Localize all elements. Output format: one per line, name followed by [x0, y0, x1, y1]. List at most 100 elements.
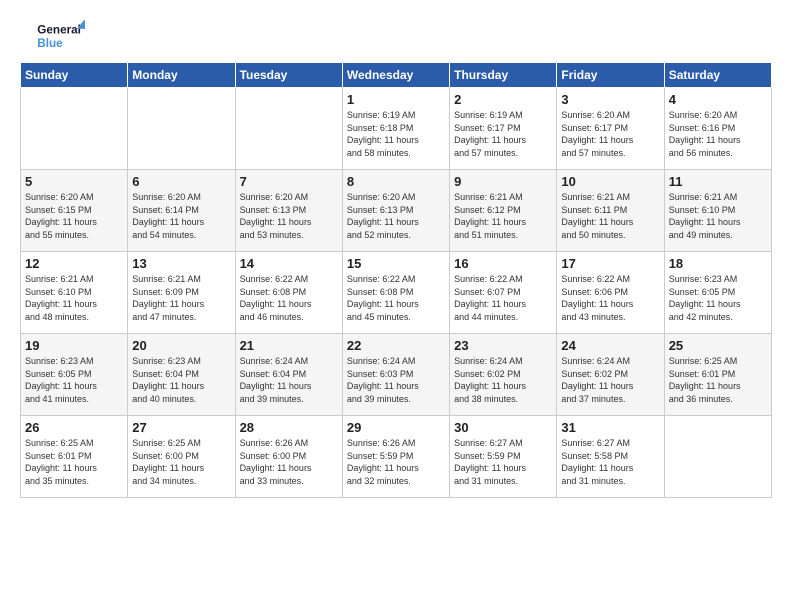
- calendar-cell: 10Sunrise: 6:21 AM Sunset: 6:11 PM Dayli…: [557, 170, 664, 252]
- calendar-cell: 1 Sunrise: 6:19 AM Sunset: 6:18 PM Daylig…: [342, 88, 449, 170]
- calendar-cell: 31 Sunrise: 6:27 AM Sunset: 5:58 PM Dayli…: [557, 416, 664, 498]
- day-info: Sunrise: 6:21 AM Sunset: 6:12 PM Dayligh…: [454, 191, 552, 241]
- svg-text:General: General: [37, 23, 81, 36]
- day-number: 22: [347, 338, 445, 353]
- day-info: Sunrise: 6:25 AM Sunset: 6:01 PM Dayligh…: [669, 355, 767, 405]
- weekday-header-thursday: Thursday: [450, 63, 557, 88]
- calendar-cell: 29 Sunrise: 6:26 AM Sunset: 5:59 PM Dayli…: [342, 416, 449, 498]
- day-number: 2: [454, 92, 552, 107]
- day-number: 18: [669, 256, 767, 271]
- day-info: Sunrise: 6:24 AM Sunset: 6:02 PM Dayligh…: [561, 355, 659, 405]
- day-number: 29: [347, 420, 445, 435]
- day-info: Sunrise: 6:24 AM Sunset: 6:03 PM Dayligh…: [347, 355, 445, 405]
- day-number: 8: [347, 174, 445, 189]
- day-number: 16: [454, 256, 552, 271]
- weekday-header-friday: Friday: [557, 63, 664, 88]
- day-number: 26: [25, 420, 123, 435]
- day-number: 17: [561, 256, 659, 271]
- day-number: 11: [669, 174, 767, 189]
- calendar-week-row: 19Sunrise: 6:23 AM Sunset: 6:05 PM Dayli…: [21, 334, 772, 416]
- day-info: Sunrise: 6:22 AM Sunset: 6:08 PM Dayligh…: [240, 273, 338, 323]
- day-number: 27: [132, 420, 230, 435]
- day-info: Sunrise: 6:26 AM Sunset: 5:59 PM Dayligh…: [347, 437, 445, 487]
- calendar-week-row: 5Sunrise: 6:20 AM Sunset: 6:15 PM Daylig…: [21, 170, 772, 252]
- day-number: 7: [240, 174, 338, 189]
- day-number: 24: [561, 338, 659, 353]
- calendar-cell: 11Sunrise: 6:21 AM Sunset: 6:10 PM Dayli…: [664, 170, 771, 252]
- day-info: Sunrise: 6:26 AM Sunset: 6:00 PM Dayligh…: [240, 437, 338, 487]
- weekday-header-saturday: Saturday: [664, 63, 771, 88]
- day-number: 9: [454, 174, 552, 189]
- logo-icon: General Blue: [20, 18, 85, 56]
- day-info: Sunrise: 6:21 AM Sunset: 6:09 PM Dayligh…: [132, 273, 230, 323]
- day-number: 14: [240, 256, 338, 271]
- weekday-header-monday: Monday: [128, 63, 235, 88]
- day-info: Sunrise: 6:27 AM Sunset: 5:59 PM Dayligh…: [454, 437, 552, 487]
- calendar-cell: 22 Sunrise: 6:24 AM Sunset: 6:03 PM Dayli…: [342, 334, 449, 416]
- calendar-cell: 15Sunrise: 6:22 AM Sunset: 6:08 PM Dayli…: [342, 252, 449, 334]
- day-number: 15: [347, 256, 445, 271]
- calendar-table: SundayMondayTuesdayWednesdayThursdayFrid…: [20, 62, 772, 498]
- day-number: 25: [669, 338, 767, 353]
- day-info: Sunrise: 6:20 AM Sunset: 6:17 PM Dayligh…: [561, 109, 659, 159]
- day-number: 21: [240, 338, 338, 353]
- calendar-cell: 18 Sunrise: 6:23 AM Sunset: 6:05 PM Dayli…: [664, 252, 771, 334]
- day-info: Sunrise: 6:23 AM Sunset: 6:05 PM Dayligh…: [669, 273, 767, 323]
- day-info: Sunrise: 6:22 AM Sunset: 6:06 PM Dayligh…: [561, 273, 659, 323]
- calendar-cell: 23 Sunrise: 6:24 AM Sunset: 6:02 PM Dayli…: [450, 334, 557, 416]
- day-number: 4: [669, 92, 767, 107]
- calendar-cell: 28 Sunrise: 6:26 AM Sunset: 6:00 PM Dayli…: [235, 416, 342, 498]
- calendar-cell: 21Sunrise: 6:24 AM Sunset: 6:04 PM Dayli…: [235, 334, 342, 416]
- calendar-cell: 7 Sunrise: 6:20 AM Sunset: 6:13 PM Daylig…: [235, 170, 342, 252]
- calendar-cell: 14 Sunrise: 6:22 AM Sunset: 6:08 PM Dayli…: [235, 252, 342, 334]
- day-number: 1: [347, 92, 445, 107]
- day-number: 20: [132, 338, 230, 353]
- day-number: 28: [240, 420, 338, 435]
- calendar-cell: 24 Sunrise: 6:24 AM Sunset: 6:02 PM Dayli…: [557, 334, 664, 416]
- calendar-cell: 13Sunrise: 6:21 AM Sunset: 6:09 PM Dayli…: [128, 252, 235, 334]
- calendar-cell: 25 Sunrise: 6:25 AM Sunset: 6:01 PM Dayli…: [664, 334, 771, 416]
- calendar-cell: 26Sunrise: 6:25 AM Sunset: 6:01 PM Dayli…: [21, 416, 128, 498]
- svg-text:Blue: Blue: [37, 37, 63, 50]
- calendar-cell: 9 Sunrise: 6:21 AM Sunset: 6:12 PM Daylig…: [450, 170, 557, 252]
- calendar-cell: 12Sunrise: 6:21 AM Sunset: 6:10 PM Dayli…: [21, 252, 128, 334]
- calendar-cell: [21, 88, 128, 170]
- weekday-header-tuesday: Tuesday: [235, 63, 342, 88]
- day-info: Sunrise: 6:24 AM Sunset: 6:02 PM Dayligh…: [454, 355, 552, 405]
- day-number: 23: [454, 338, 552, 353]
- day-info: Sunrise: 6:20 AM Sunset: 6:13 PM Dayligh…: [240, 191, 338, 241]
- calendar-cell: 8Sunrise: 6:20 AM Sunset: 6:13 PM Daylig…: [342, 170, 449, 252]
- calendar-cell: 20 Sunrise: 6:23 AM Sunset: 6:04 PM Dayli…: [128, 334, 235, 416]
- calendar-week-row: 26Sunrise: 6:25 AM Sunset: 6:01 PM Dayli…: [21, 416, 772, 498]
- day-number: 30: [454, 420, 552, 435]
- day-info: Sunrise: 6:20 AM Sunset: 6:14 PM Dayligh…: [132, 191, 230, 241]
- day-info: Sunrise: 6:20 AM Sunset: 6:16 PM Dayligh…: [669, 109, 767, 159]
- day-number: 3: [561, 92, 659, 107]
- calendar-header-row: SundayMondayTuesdayWednesdayThursdayFrid…: [21, 63, 772, 88]
- calendar-cell: [664, 416, 771, 498]
- calendar-week-row: 12Sunrise: 6:21 AM Sunset: 6:10 PM Dayli…: [21, 252, 772, 334]
- calendar-cell: 17 Sunrise: 6:22 AM Sunset: 6:06 PM Dayli…: [557, 252, 664, 334]
- day-number: 10: [561, 174, 659, 189]
- calendar-cell: 16 Sunrise: 6:22 AM Sunset: 6:07 PM Dayli…: [450, 252, 557, 334]
- calendar-cell: 30 Sunrise: 6:27 AM Sunset: 5:59 PM Dayli…: [450, 416, 557, 498]
- day-info: Sunrise: 6:20 AM Sunset: 6:15 PM Dayligh…: [25, 191, 123, 241]
- day-info: Sunrise: 6:25 AM Sunset: 6:00 PM Dayligh…: [132, 437, 230, 487]
- day-info: Sunrise: 6:19 AM Sunset: 6:17 PM Dayligh…: [454, 109, 552, 159]
- day-info: Sunrise: 6:22 AM Sunset: 6:07 PM Dayligh…: [454, 273, 552, 323]
- page-container: General Blue SundayMondayTuesdayWednesda…: [0, 0, 792, 508]
- day-number: 31: [561, 420, 659, 435]
- logo: General Blue: [20, 18, 85, 56]
- day-info: Sunrise: 6:19 AM Sunset: 6:18 PM Dayligh…: [347, 109, 445, 159]
- calendar-cell: 3 Sunrise: 6:20 AM Sunset: 6:17 PM Daylig…: [557, 88, 664, 170]
- day-number: 19: [25, 338, 123, 353]
- day-info: Sunrise: 6:23 AM Sunset: 6:04 PM Dayligh…: [132, 355, 230, 405]
- calendar-cell: 27 Sunrise: 6:25 AM Sunset: 6:00 PM Dayli…: [128, 416, 235, 498]
- day-info: Sunrise: 6:21 AM Sunset: 6:10 PM Dayligh…: [25, 273, 123, 323]
- weekday-header-wednesday: Wednesday: [342, 63, 449, 88]
- day-info: Sunrise: 6:27 AM Sunset: 5:58 PM Dayligh…: [561, 437, 659, 487]
- calendar-cell: 5Sunrise: 6:20 AM Sunset: 6:15 PM Daylig…: [21, 170, 128, 252]
- calendar-cell: [128, 88, 235, 170]
- day-number: 6: [132, 174, 230, 189]
- calendar-cell: 6 Sunrise: 6:20 AM Sunset: 6:14 PM Daylig…: [128, 170, 235, 252]
